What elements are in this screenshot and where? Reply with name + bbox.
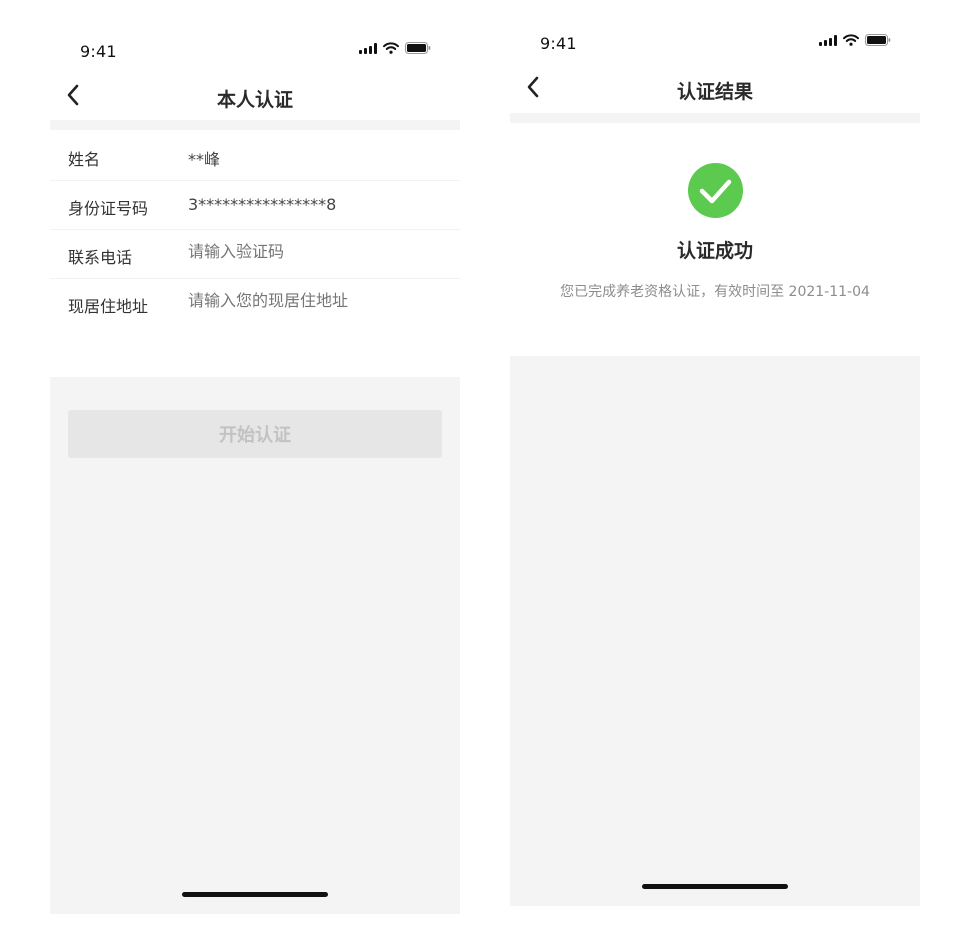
address-label: 现居住地址: [68, 297, 149, 316]
page-title: 本人认证: [216, 89, 293, 111]
battery-icon: [865, 34, 891, 46]
section-divider: [50, 120, 460, 130]
section-divider: [510, 113, 920, 123]
status-icons: [359, 42, 431, 54]
wifi-icon: [843, 34, 859, 46]
address-input[interactable]: [188, 291, 438, 310]
phone-label: 联系电话: [68, 248, 133, 267]
result-title: 认证成功: [676, 240, 753, 262]
status-time: 9:41: [540, 34, 577, 53]
start-verification-button[interactable]: 开始认证: [68, 410, 442, 458]
form-row-address: 现居住地址: [50, 279, 460, 328]
name-label: 姓名: [68, 150, 101, 169]
phone-input[interactable]: [188, 242, 438, 261]
form-row-name: 姓名 **峰: [50, 132, 460, 181]
result-message: 您已完成养老资格认证，有效时间至 2021-11-04: [560, 284, 870, 300]
page-title: 认证结果: [676, 81, 753, 103]
signal-icon: [359, 42, 377, 54]
battery-icon: [405, 42, 431, 54]
home-indicator: [642, 884, 788, 889]
wifi-icon: [383, 42, 399, 54]
bottom-area: [510, 356, 920, 906]
status-icons: [819, 34, 891, 46]
verification-result-screen: 9:41 认证结果 认证成功 您已完成养老资格认证，有效时间至 2021-11-…: [510, 0, 920, 906]
identity-verification-screen: 9:41 本人认证 姓名 **峰 身份证号码 3****************…: [50, 0, 460, 914]
status-time: 9:41: [80, 42, 117, 61]
name-value: **峰: [188, 150, 221, 169]
id-number-label: 身份证号码: [68, 199, 149, 218]
form-row-phone: 联系电话: [50, 230, 460, 279]
signal-icon: [819, 34, 837, 46]
check-icon: [688, 163, 743, 218]
id-number-value: 3****************8: [188, 195, 337, 214]
home-indicator: [182, 892, 328, 897]
form-row-id-number: 身份证号码 3****************8: [50, 181, 460, 230]
